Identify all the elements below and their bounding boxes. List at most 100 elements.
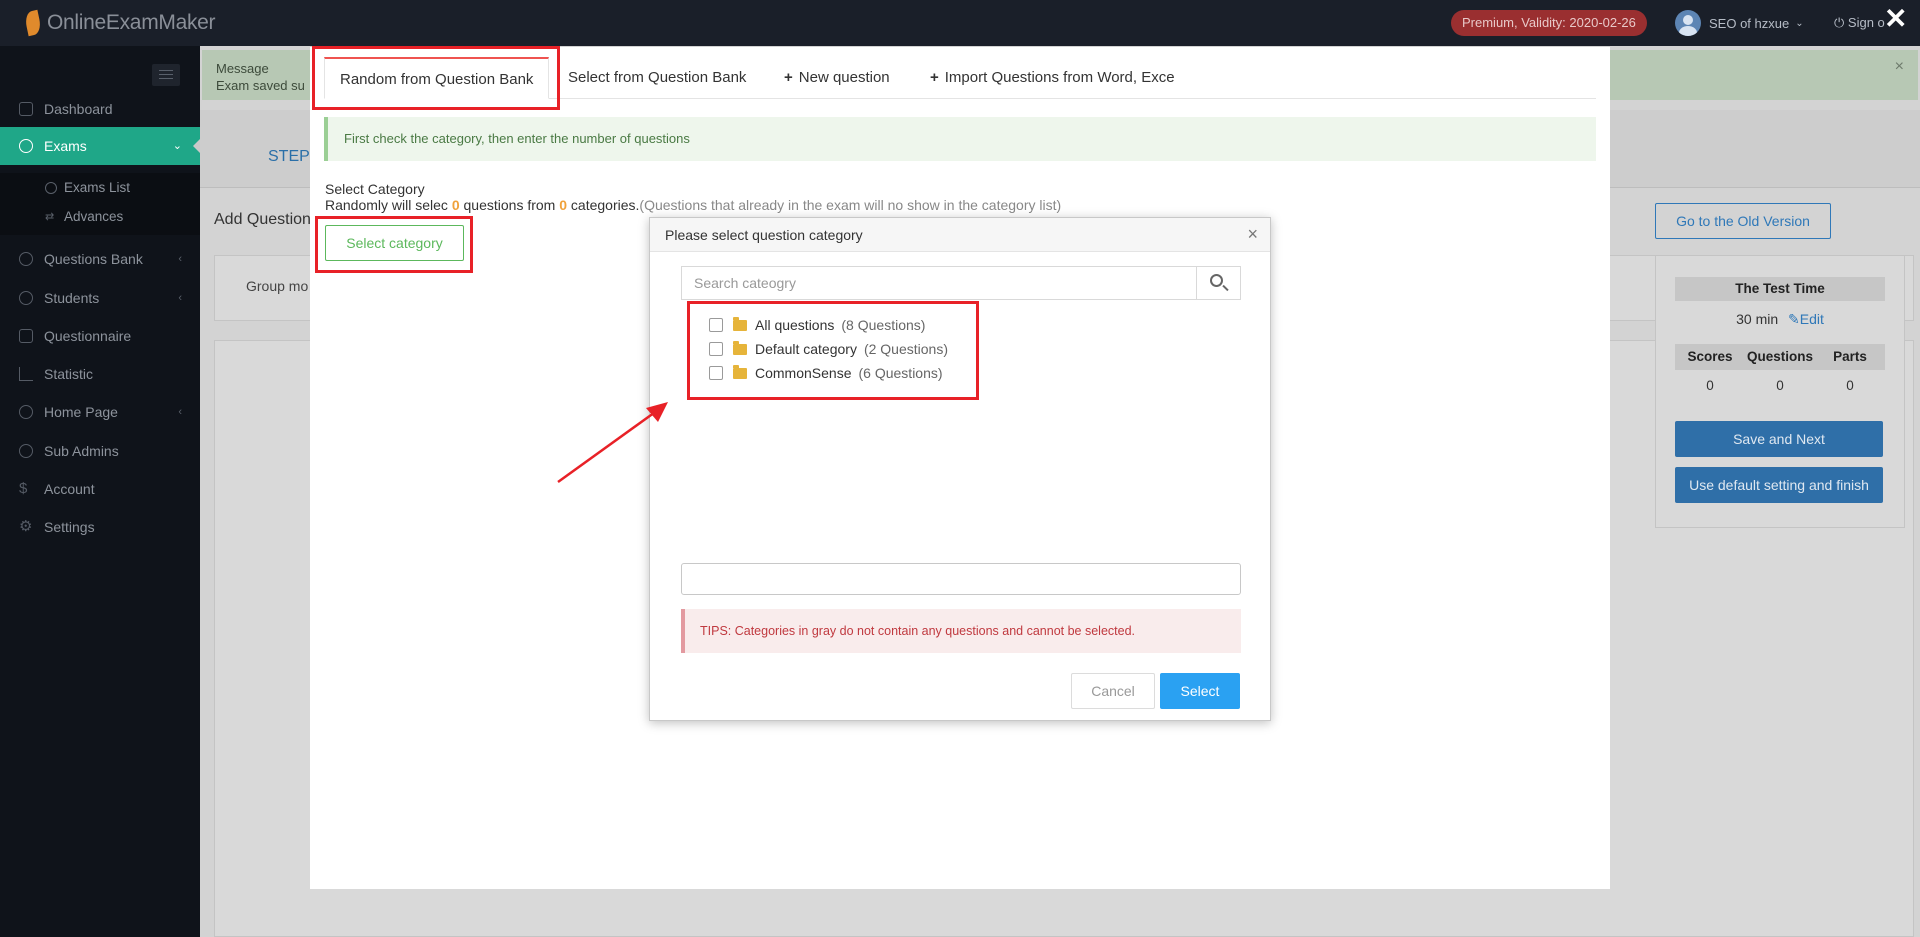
info-alert: First check the category, then enter the… bbox=[324, 117, 1596, 161]
random-note: (Questions that already in the exam will… bbox=[639, 197, 1062, 213]
sidebar-item-home-page[interactable]: Home Page ‹ bbox=[0, 393, 200, 431]
stats-value-row: 0 0 0 bbox=[1675, 378, 1885, 393]
cancel-button[interactable]: Cancel bbox=[1071, 673, 1155, 709]
old-version-button[interactable]: Go to the Old Version bbox=[1655, 203, 1831, 239]
stat-header: Scores bbox=[1687, 349, 1733, 364]
sidebar-subitem-exams-list[interactable]: Exams List bbox=[0, 173, 200, 202]
sidebar-item-settings[interactable]: ⚙ Settings bbox=[0, 508, 200, 546]
close-icon[interactable]: × bbox=[1895, 59, 1904, 75]
selected-categories-field[interactable] bbox=[681, 563, 1241, 595]
sidebar-item-students[interactable]: Students ‹ bbox=[0, 279, 200, 317]
stats-header-row: Scores Questions Parts bbox=[1675, 344, 1885, 370]
sidebar-item-label: Settings bbox=[44, 519, 95, 535]
test-time-row: 30 min ✎Edit bbox=[1675, 311, 1885, 328]
chevron-left-icon: ‹ bbox=[178, 292, 182, 304]
edit-link[interactable]: ✎Edit bbox=[1788, 311, 1824, 327]
sidebar-item-label: Statistic bbox=[44, 366, 94, 382]
stat-header: Questions bbox=[1746, 349, 1813, 364]
dialog-header: Please select question category × bbox=[650, 218, 1270, 252]
sidebar-item-label: Account bbox=[44, 481, 95, 497]
users-icon bbox=[19, 291, 33, 305]
random-prefix: Randomly will selec bbox=[325, 197, 448, 213]
checkbox-icon bbox=[19, 329, 33, 343]
close-icon[interactable]: × bbox=[1247, 218, 1258, 250]
add-question-heading: Add Question bbox=[214, 211, 311, 228]
edit-label: Edit bbox=[1799, 311, 1824, 327]
sidebar-item-label: Sub Admins bbox=[44, 443, 119, 459]
save-next-button[interactable]: Save and Next bbox=[1675, 421, 1883, 457]
stat-value: 0 bbox=[1706, 378, 1714, 393]
shuffle-icon: ⇄ bbox=[45, 211, 55, 223]
dialog-title: Please select question category bbox=[665, 227, 863, 243]
check-circle-icon bbox=[19, 139, 33, 153]
menu-toggle-icon[interactable] bbox=[152, 64, 180, 86]
sidebar-item-label: Home Page bbox=[44, 404, 118, 420]
highlight-button-annotation bbox=[315, 216, 473, 273]
stat-header: Parts bbox=[1833, 349, 1867, 364]
premium-badge[interactable]: Premium, Validity: 2020-02-26 bbox=[1451, 10, 1647, 36]
sign-out-link[interactable]: ⏻ Sign o bbox=[1834, 10, 1885, 36]
power-icon: ⏻ bbox=[1834, 15, 1845, 30]
category-search-input[interactable] bbox=[682, 267, 1197, 299]
category-search bbox=[681, 266, 1241, 300]
stat-value: 0 bbox=[1776, 378, 1784, 393]
random-summary: Randomly will selec 0 questions from 0 c… bbox=[325, 197, 1061, 213]
tips-alert: TIPS: Categories in gray do not contain … bbox=[681, 609, 1241, 653]
close-icon[interactable]: ✕ bbox=[1884, 2, 1907, 36]
brand-name: OnlineExamMaker bbox=[47, 11, 216, 34]
avatar bbox=[1675, 10, 1701, 36]
sidebar-item-label: Questionnaire bbox=[44, 328, 132, 344]
sidebar-subitem-label: Advances bbox=[64, 209, 124, 224]
sidebar-item-exams[interactable]: Exams ⌄ bbox=[0, 127, 201, 165]
test-time-value: 30 min bbox=[1736, 311, 1779, 327]
question-count: 0 bbox=[451, 197, 460, 213]
chevron-down-icon: ⌄ bbox=[172, 140, 182, 152]
categories-word: categories. bbox=[570, 197, 640, 213]
question-circle-icon bbox=[19, 444, 33, 458]
sidebar-subitem-advances[interactable]: ⇄ Advances bbox=[0, 202, 200, 231]
category-count: 0 bbox=[559, 197, 568, 213]
group-mode-label: Group mo bbox=[246, 278, 309, 294]
highlight-categories-annotation bbox=[687, 301, 979, 400]
gear-icon: ⚙ bbox=[19, 518, 33, 535]
chevron-down-icon: ⌄ bbox=[1795, 17, 1804, 29]
home-icon bbox=[19, 102, 33, 116]
sidebar-item-questionnaire[interactable]: Questionnaire bbox=[0, 317, 200, 355]
top-bar: OnlineExamMaker Premium, Validity: 2020-… bbox=[0, 0, 1920, 46]
plus-icon: + bbox=[784, 69, 793, 86]
search-button[interactable] bbox=[1196, 267, 1240, 299]
tab-select-from-bank[interactable]: Select from Question Bank bbox=[568, 57, 746, 99]
sidebar-item-dashboard[interactable]: Dashboard bbox=[0, 90, 200, 128]
search-icon bbox=[1210, 274, 1223, 287]
chevron-left-icon: ‹ bbox=[178, 406, 182, 418]
chevron-left-icon: ‹ bbox=[178, 253, 182, 265]
select-button[interactable]: Select bbox=[1160, 673, 1240, 709]
sidebar-subitem-label: Exams List bbox=[64, 180, 131, 195]
default-finish-button[interactable]: Use default setting and finish bbox=[1675, 467, 1883, 503]
user-menu[interactable]: SEO of hzxue ⌄ bbox=[1675, 10, 1804, 36]
globe-icon bbox=[19, 405, 33, 419]
pencil-icon: ✎ bbox=[1788, 311, 1800, 327]
pointer-arrow-icon bbox=[557, 402, 668, 484]
sidebar-item-label: Dashboard bbox=[44, 101, 113, 117]
tab-label: Import Questions from Word, Exce bbox=[944, 69, 1175, 86]
tab-new-question[interactable]: + New question bbox=[784, 57, 890, 99]
highlight-tab-annotation bbox=[312, 46, 560, 110]
sign-out-label: Sign o bbox=[1847, 15, 1885, 30]
sidebar-item-questions-bank[interactable]: Questions Bank ‹ bbox=[0, 240, 200, 278]
step-label[interactable]: STEP bbox=[268, 148, 310, 166]
question-icon bbox=[19, 252, 33, 266]
sidebar-item-account[interactable]: $ Account bbox=[0, 470, 200, 508]
sidebar-item-statistic[interactable]: Statistic bbox=[0, 355, 200, 393]
questions-from-text: questions from bbox=[463, 197, 556, 213]
leaf-logo-icon bbox=[22, 9, 44, 37]
test-time-header: The Test Time bbox=[1675, 277, 1885, 301]
logo[interactable]: OnlineExamMaker bbox=[22, 8, 216, 38]
sidebar-item-label: Exams bbox=[44, 138, 87, 154]
sidebar-item-label: Students bbox=[44, 290, 100, 306]
check-circle-icon bbox=[45, 182, 57, 194]
tab-label: New question bbox=[798, 69, 890, 86]
tab-import-questions[interactable]: + Import Questions from Word, Exce bbox=[930, 57, 1175, 99]
sidebar-item-sub-admins[interactable]: Sub Admins bbox=[0, 432, 200, 470]
category-dialog: Please select question category × All qu… bbox=[649, 217, 1271, 721]
